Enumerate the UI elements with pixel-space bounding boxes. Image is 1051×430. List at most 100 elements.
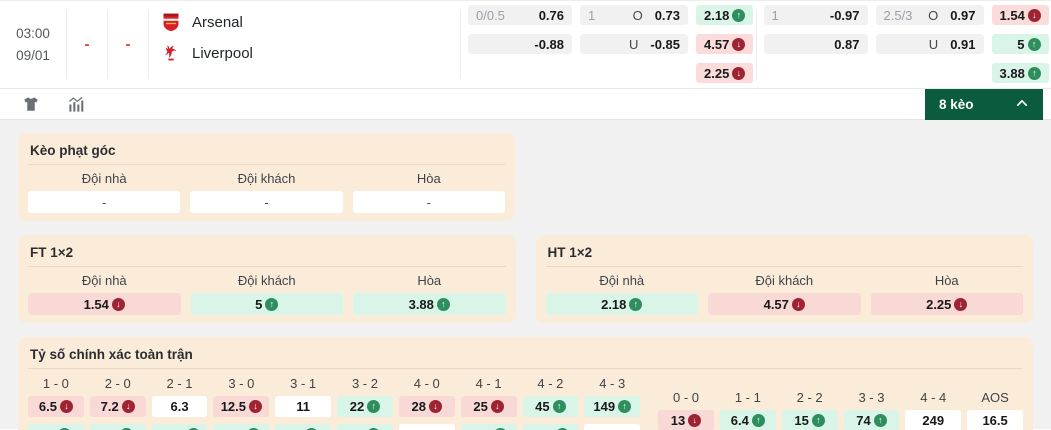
score-label: 4 - 4 [905, 390, 961, 405]
odds-cell[interactable]: 149 [584, 396, 640, 417]
under-label: U [629, 37, 638, 52]
odds-cell[interactable]: 45 [523, 396, 579, 417]
odds-cell[interactable]: 7.2 [90, 396, 146, 417]
handicap-line: 1 [772, 8, 830, 23]
trend-up-icon [367, 400, 380, 413]
ht-1x2-panel: HT 1×2 Đội nhà 2.18 Đội khách 4.57 [536, 235, 1034, 323]
odds-cell[interactable]: - [353, 191, 505, 213]
handicap-away-odds[interactable]: -0.88 [468, 34, 572, 54]
odds-cell[interactable]: 25 [461, 396, 517, 417]
odds-value: 6.5 [39, 399, 57, 414]
away-team-row[interactable]: Liverpool [161, 43, 460, 63]
1x2-draw-odds[interactable]: 3.88 [992, 63, 1049, 83]
odds-cell[interactable]: 6.4 [720, 410, 776, 430]
match-time-block: 03:00 09/01 [0, 1, 66, 88]
odds-value: 4.57 [764, 297, 789, 312]
handicap-home-odds[interactable]: 0/0.5 0.76 [468, 5, 572, 25]
ft-1x2-panel: FT 1×2 Đội nhà 1.54 Đội khách 5 [18, 235, 516, 323]
column-header: Đội khách [190, 171, 342, 186]
panel-title: FT 1×2 [28, 243, 506, 267]
trend-down-icon [732, 67, 745, 80]
over-odds[interactable]: 2.5/3 O 0.97 [876, 5, 984, 25]
trend-down-icon [688, 414, 701, 427]
odds-cell[interactable]: 49 [337, 424, 393, 430]
odds-value: - [427, 195, 431, 210]
expanded-odds-section: Kèo phạt góc Đội nhà - Đội khách - Hòa - [0, 120, 1051, 429]
odds-value: 149 [593, 399, 615, 414]
score-column: 2 - 0 7.2 33 [90, 376, 146, 430]
odds-cell[interactable]: 15.5 [152, 424, 208, 430]
odds-chart-icon[interactable] [66, 94, 86, 114]
score-label: 4 - 3 [584, 376, 640, 391]
odds-cell[interactable]: 6.3 [152, 396, 208, 417]
odds-cell[interactable]: 249 [399, 424, 455, 430]
odds-count-toggle[interactable]: 8 kèo [925, 89, 1043, 120]
odds-value: 0.97 [950, 8, 975, 23]
odds-cell[interactable]: 249 [905, 410, 961, 430]
handicap-home-odds[interactable]: 1 -0.97 [764, 5, 868, 25]
odds-group-1: 0/0.5 0.76 -0.88 1 O 0.73 U -0.85 [461, 1, 756, 88]
odds-cell[interactable]: 16.5 [967, 410, 1023, 430]
odds-cell[interactable]: 33 [90, 424, 146, 430]
odds-cell[interactable]: 109 [213, 424, 269, 430]
trend-up-icon [1028, 38, 1041, 51]
odds-cell[interactable]: 2.18 [546, 293, 699, 315]
trend-up-icon [618, 400, 631, 413]
score-column-draw: 2 - 2 15 [782, 376, 838, 430]
score-column-draw: 3 - 3 74 [844, 376, 900, 430]
handicap-away-odds[interactable]: 0.87 [764, 34, 868, 54]
handicap-line: 0/0.5 [476, 8, 539, 23]
odds-cell[interactable]: - [190, 191, 342, 213]
odds-cell[interactable]: 4.57 [708, 293, 861, 315]
odds-value: -0.88 [534, 37, 564, 52]
odds-value: 0.87 [834, 37, 859, 52]
odds-cell[interactable]: 13 [658, 410, 714, 430]
odds-cell[interactable]: 14 [28, 424, 84, 430]
odds-cell[interactable]: 234 [461, 424, 517, 430]
trend-up-icon [812, 414, 825, 427]
odds-cell[interactable]: 2.25 [871, 293, 1024, 315]
score-column: 2 - 1 6.3 15.5 [152, 376, 208, 430]
odds-value: 3.88 [1000, 66, 1025, 81]
odds-value: - [264, 195, 268, 210]
odds-cell[interactable]: 15 [782, 410, 838, 430]
over-odds[interactable]: 1 O 0.73 [580, 5, 688, 25]
header-odds: 0/0.5 0.76 -0.88 1 O 0.73 U -0.85 [461, 1, 1051, 88]
1x2-away-odds[interactable]: 5 [992, 34, 1049, 54]
odds-cell[interactable]: 28 [399, 396, 455, 417]
1x2-home-odds[interactable]: 1.54 [992, 5, 1049, 25]
score-label: 4 - 1 [461, 376, 517, 391]
odds-cell[interactable]: 5 [191, 293, 344, 315]
odds-value: 6.3 [170, 399, 188, 414]
1x2-draw-odds[interactable]: 2.25 [696, 63, 753, 83]
trend-up-icon [629, 298, 642, 311]
total-line: 1 [588, 8, 633, 23]
score-column: 1 - 0 6.5 14 [28, 376, 84, 430]
total-line: 2.5/3 [884, 8, 929, 23]
home-team-row[interactable]: Arsenal [161, 12, 460, 32]
odds-value: 7.2 [101, 399, 119, 414]
trend-up-icon [265, 298, 278, 311]
odds-value: 25 [473, 399, 487, 414]
home-score: - [67, 1, 107, 88]
odds-cell[interactable]: 6.5 [28, 396, 84, 417]
1x2-away-odds[interactable]: 4.57 [696, 34, 753, 54]
1x2-home-odds[interactable]: 2.18 [696, 5, 753, 25]
odds-cell[interactable]: 11 [275, 396, 331, 417]
odds-cell[interactable]: 229 [523, 424, 579, 430]
trend-down-icon [954, 298, 967, 311]
odds-cell[interactable]: 54 [275, 424, 331, 430]
liverpool-crest-icon [161, 43, 181, 63]
odds-value: 5 [255, 297, 262, 312]
odds-cell[interactable]: 3.88 [353, 293, 506, 315]
odds-cell[interactable]: 22 [337, 396, 393, 417]
odds-cell[interactable]: 1.54 [28, 293, 181, 315]
odds-cell[interactable]: 249 [584, 424, 640, 430]
under-odds[interactable]: U -0.85 [580, 34, 688, 54]
under-odds[interactable]: U 0.91 [876, 34, 984, 54]
odds-cell[interactable]: 12.5 [213, 396, 269, 417]
odds-cell[interactable]: - [28, 191, 180, 213]
teams-block: Arsenal Liverpool [149, 1, 460, 88]
odds-cell[interactable]: 74 [844, 410, 900, 430]
jersey-icon[interactable] [21, 94, 41, 114]
